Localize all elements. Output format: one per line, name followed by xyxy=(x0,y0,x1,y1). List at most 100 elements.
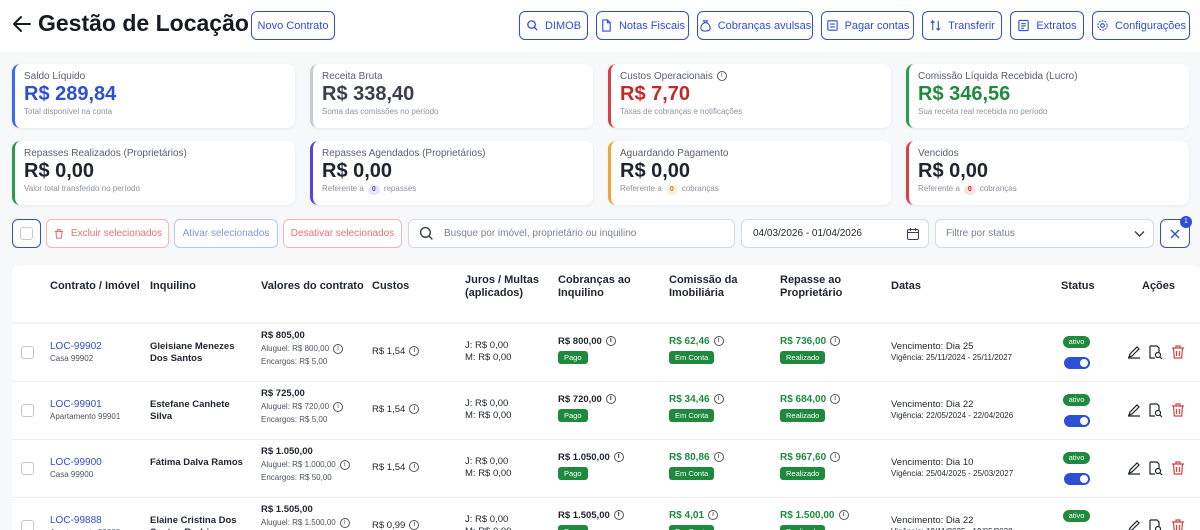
status-filter-select[interactable]: Filtre por status xyxy=(935,219,1154,248)
info-icon[interactable]: i xyxy=(409,520,420,530)
select-all-checkbox[interactable] xyxy=(12,219,41,248)
dimob-button[interactable]: DIMOB xyxy=(519,11,588,40)
card-value: R$ 0,00 xyxy=(322,160,393,182)
header-datas: Datas xyxy=(891,280,921,292)
charge-value: R$ 720,00 xyxy=(558,394,602,405)
status-toggle[interactable] xyxy=(1064,357,1090,369)
row-checkbox[interactable] xyxy=(21,404,34,417)
info-icon[interactable]: i xyxy=(339,518,350,528)
edit-icon[interactable] xyxy=(1126,344,1142,360)
commission-status-badge: Em Conta xyxy=(669,467,715,480)
header-repasse: Repasse ao Proprietário xyxy=(780,274,843,299)
configuracoes-button[interactable]: Configurações xyxy=(1092,11,1190,40)
validity-period: Vigência: 25/11/2024 - 25/11/2027 xyxy=(891,353,1012,362)
contract-link[interactable]: LOC-99901 xyxy=(50,399,120,410)
novo-contrato-button[interactable]: Novo Contrato xyxy=(251,11,335,40)
header-contrato: Contrato / Imóvel xyxy=(50,280,140,292)
delete-icon[interactable] xyxy=(1170,344,1186,360)
info-icon[interactable]: i xyxy=(830,452,841,463)
search-icon xyxy=(527,20,538,31)
table-row: LOC-99900 Casa 99900 Fátima Dalva Ramos … xyxy=(12,439,1200,497)
info-icon[interactable]: i xyxy=(333,344,344,354)
status-toggle[interactable] xyxy=(1064,415,1090,427)
info-icon[interactable]: i xyxy=(409,346,420,357)
status-toggle[interactable] xyxy=(1064,473,1090,485)
chevron-down-icon xyxy=(1134,231,1145,237)
contract-link[interactable]: LOC-99888 xyxy=(50,515,120,526)
charges-value: Encargos: R$ 5,00 xyxy=(261,357,328,366)
costs-value: R$ 0,99 xyxy=(372,520,406,530)
card-value: R$ 0,00 xyxy=(24,160,95,182)
date-range-input[interactable]: 04/03/2026 - 01/04/2026 xyxy=(741,219,929,248)
header-comissao: Comissão da Imobiliária xyxy=(669,274,738,299)
row-checkbox[interactable] xyxy=(21,346,34,359)
rent-value: Aluguel: R$ 800,00 xyxy=(261,344,330,354)
page-title: Gestão de Locação (6) xyxy=(38,10,284,36)
info-icon[interactable]: i xyxy=(409,404,420,415)
extratos-button[interactable]: Extratos xyxy=(1010,11,1084,40)
search-input[interactable]: Busque por imóvel, proprietário ou inqui… xyxy=(408,219,735,248)
contract-total: R$ 725,00 xyxy=(261,388,305,399)
info-icon[interactable]: i xyxy=(713,336,724,347)
info-icon[interactable]: i xyxy=(716,71,727,82)
cobrancas-avulsas-button[interactable]: Cobranças avulsas xyxy=(697,11,813,40)
back-arrow-icon[interactable] xyxy=(10,12,34,36)
charges-value: Encargos: R$ 50,00 xyxy=(261,473,332,482)
commission-value: R$ 80,86 xyxy=(669,452,710,463)
view-details-icon[interactable] xyxy=(1147,344,1163,360)
commission-status-badge: Em Conta xyxy=(669,351,715,364)
info-icon[interactable]: i xyxy=(830,394,841,405)
info-icon[interactable]: i xyxy=(605,394,616,405)
property-name: Casa 99900 xyxy=(50,470,94,479)
header-custos: Custos xyxy=(372,280,410,292)
desativar-selecionados-button[interactable]: Desativar selecionados xyxy=(283,219,402,248)
calendar-icon[interactable] xyxy=(906,227,920,241)
delete-icon[interactable] xyxy=(1170,460,1186,476)
transfer-status-badge: Realizado xyxy=(780,409,826,422)
transferir-button[interactable]: Transferir xyxy=(922,11,1002,40)
interest-value: J: R$ 0,00 xyxy=(465,514,509,525)
info-icon[interactable]: i xyxy=(708,510,719,521)
transfer-status-badge: Realizado xyxy=(780,351,826,364)
notas-fiscais-button[interactable]: Notas Fiscais xyxy=(596,11,689,40)
delete-icon[interactable] xyxy=(1170,402,1186,418)
pagar-contas-button[interactable]: Pagar contas xyxy=(821,11,914,40)
header-valores: Valores do contrato xyxy=(261,280,364,292)
vencidos-card: Vencidos R$ 0,00 Referente a 0 cobranças xyxy=(906,141,1189,205)
custos-operacionais-card: Custos Operacionais i R$ 7,70 Taxas de co… xyxy=(608,64,891,128)
info-icon[interactable]: i xyxy=(713,394,724,405)
contract-link[interactable]: LOC-99900 xyxy=(50,457,102,468)
view-details-icon[interactable] xyxy=(1147,402,1163,418)
receita-bruta-card: Receita Bruta R$ 338,40 Soma das comissõ… xyxy=(310,64,593,128)
delete-icon[interactable] xyxy=(1170,518,1186,530)
transfer-value: R$ 1.500,00 xyxy=(780,510,835,521)
repasses-realizados-card: Repasses Realizados (Proprietários) R$ 0… xyxy=(12,141,295,205)
view-details-icon[interactable] xyxy=(1147,460,1163,476)
edit-icon[interactable] xyxy=(1126,460,1142,476)
info-icon[interactable]: i xyxy=(333,402,344,412)
view-details-icon[interactable] xyxy=(1147,518,1163,530)
info-icon[interactable]: i xyxy=(613,510,624,521)
ativar-selecionados-button[interactable]: Ativar selecionados xyxy=(174,219,278,248)
info-icon[interactable]: i xyxy=(339,460,350,470)
excluir-selecionados-button[interactable]: Excluir selecionados xyxy=(46,219,169,248)
payment-status-badge: Pago xyxy=(558,351,588,364)
rent-value: Aluguel: R$ 1.500,00 xyxy=(261,518,336,528)
document-icon xyxy=(602,19,611,32)
info-icon[interactable]: i xyxy=(838,510,849,521)
page-header: Gestão de Locação (6) Novo Contrato DIMO… xyxy=(0,0,1200,52)
edit-icon[interactable] xyxy=(1126,518,1142,530)
info-icon[interactable]: i xyxy=(605,336,616,347)
contract-link[interactable]: LOC-99902 xyxy=(50,341,102,352)
info-icon[interactable]: i xyxy=(613,452,624,463)
property-name: Casa 99902 xyxy=(50,354,94,363)
card-value: R$ 0,00 xyxy=(918,160,989,182)
info-icon[interactable]: i xyxy=(409,462,420,473)
row-checkbox[interactable] xyxy=(21,462,34,475)
info-icon[interactable]: i xyxy=(830,336,841,347)
row-checkbox[interactable] xyxy=(21,520,34,530)
info-icon[interactable]: i xyxy=(713,452,724,463)
due-day: Vencimento: Dia 22 xyxy=(891,399,974,410)
filter-count-badge: 1 xyxy=(1180,216,1192,228)
edit-icon[interactable] xyxy=(1126,402,1142,418)
